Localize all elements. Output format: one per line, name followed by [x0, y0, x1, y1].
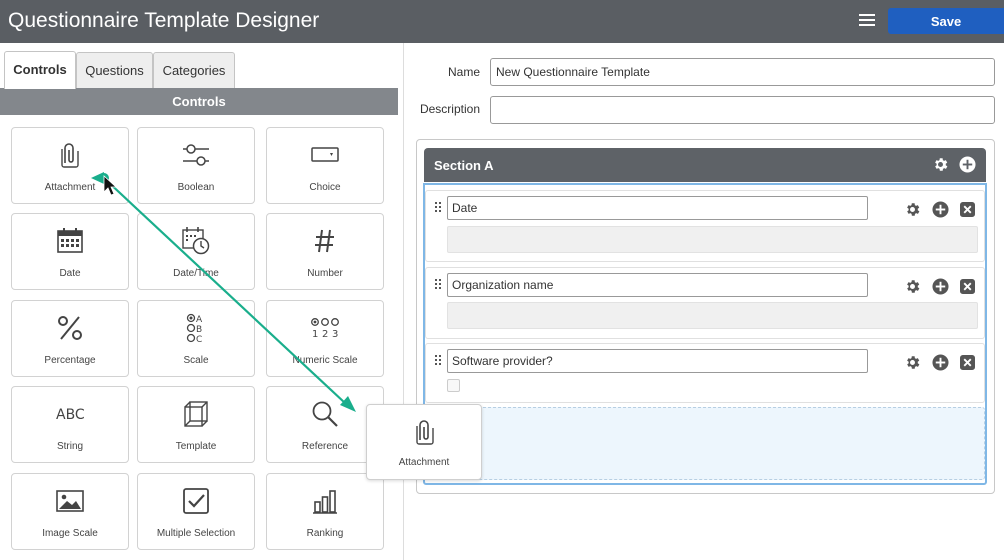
- control-ranking[interactable]: Ranking: [266, 473, 384, 550]
- tab-questions[interactable]: Questions: [76, 52, 153, 88]
- gear-icon[interactable]: [904, 354, 921, 371]
- tab-categories[interactable]: Categories: [153, 52, 235, 88]
- control-choice[interactable]: Choice: [266, 127, 384, 204]
- question-input[interactable]: [447, 273, 868, 297]
- paperclip-icon: [61, 143, 79, 168]
- drag-handle-icon[interactable]: [435, 202, 443, 214]
- close-icon[interactable]: [960, 355, 975, 370]
- control-percentage[interactable]: Percentage: [11, 300, 129, 377]
- svg-text:ABC: ABC: [56, 407, 85, 423]
- control-label: Choice: [309, 182, 341, 193]
- gear-icon[interactable]: [904, 201, 921, 218]
- answer-placeholder: [447, 302, 978, 329]
- control-label: Numeric Scale: [292, 355, 358, 366]
- name-label: Name: [447, 65, 480, 79]
- drag-ghost-label: Attachment: [398, 457, 450, 468]
- panel-divider: [403, 43, 404, 560]
- numeric-scale-icon: 1 2 3: [311, 318, 339, 340]
- image-icon: [56, 490, 84, 512]
- control-label: Attachment: [44, 182, 96, 193]
- percent-icon: [58, 316, 82, 340]
- drag-ghost-attachment[interactable]: Attachment: [366, 404, 482, 480]
- drag-handle-icon[interactable]: [435, 279, 443, 291]
- tab-controls[interactable]: Controls: [4, 51, 76, 89]
- drop-zone[interactable]: [425, 407, 985, 480]
- toggle-sliders-icon: [183, 144, 209, 166]
- control-label: Template: [175, 441, 217, 452]
- calendar-icon: [57, 228, 83, 253]
- control-label: Scale: [183, 355, 209, 366]
- control-numeric-scale[interactable]: 1 2 3 Numeric Scale: [266, 300, 384, 377]
- description-input[interactable]: [490, 96, 995, 124]
- control-date[interactable]: Date: [11, 213, 129, 290]
- hamburger-menu-icon[interactable]: [859, 13, 875, 27]
- control-label: Multiple Selection: [156, 528, 236, 539]
- gear-icon[interactable]: [932, 156, 949, 173]
- control-label: String: [56, 441, 84, 452]
- paperclip-icon: [416, 420, 434, 445]
- control-label: Date/Time: [173, 268, 219, 279]
- add-icon[interactable]: [932, 278, 949, 295]
- drag-handle-icon[interactable]: [435, 355, 443, 367]
- section-header: Section A: [424, 148, 986, 182]
- add-icon[interactable]: [932, 201, 949, 218]
- section-title: Section A: [434, 158, 494, 173]
- name-input[interactable]: [490, 58, 995, 86]
- answer-placeholder: [447, 226, 978, 253]
- save-button[interactable]: Save: [888, 8, 1004, 34]
- app-title: Questionnaire Template Designer: [8, 9, 320, 32]
- controls-header: Controls: [0, 88, 398, 115]
- control-multiple-selection[interactable]: Multiple Selection: [137, 473, 255, 550]
- abc-scale-icon: A B C: [186, 313, 203, 343]
- control-boolean[interactable]: Boolean: [137, 127, 255, 204]
- answer-checkbox[interactable]: [447, 379, 460, 392]
- calendar-clock-icon: [182, 227, 210, 255]
- svg-text:A: A: [196, 315, 203, 325]
- close-icon[interactable]: [960, 202, 975, 217]
- question-input[interactable]: [447, 196, 868, 220]
- app-header: Questionnaire Template Designer Save: [0, 0, 1004, 43]
- control-label: Percentage: [44, 355, 96, 366]
- svg-text:1: 1: [312, 329, 318, 340]
- control-label: Boolean: [177, 182, 215, 193]
- control-scale[interactable]: A B C Scale: [137, 300, 255, 377]
- close-icon[interactable]: [960, 279, 975, 294]
- control-label: Ranking: [306, 528, 344, 539]
- control-label: Date: [59, 268, 81, 279]
- control-label: Number: [307, 268, 343, 279]
- magnifier-icon: [312, 401, 338, 427]
- description-label: Description: [419, 102, 480, 116]
- control-label: Image Scale: [42, 528, 98, 539]
- question-input[interactable]: [447, 349, 868, 373]
- control-number[interactable]: Number: [266, 213, 384, 290]
- svg-text:B: B: [196, 325, 202, 335]
- svg-text:2: 2: [322, 329, 328, 340]
- checkbox-icon: [183, 488, 209, 514]
- abc-text-icon: ABC: [56, 407, 85, 423]
- hash-icon: [315, 229, 334, 253]
- add-icon[interactable]: [959, 156, 976, 173]
- svg-text:C: C: [196, 335, 202, 343]
- control-image-scale[interactable]: Image Scale: [11, 473, 129, 550]
- dropdown-select-icon: [311, 147, 339, 162]
- control-attachment[interactable]: Attachment: [11, 127, 129, 204]
- control-datetime[interactable]: Date/Time: [137, 213, 255, 290]
- add-icon[interactable]: [932, 354, 949, 371]
- control-template[interactable]: Template: [137, 386, 255, 463]
- bar-ranking-icon: [313, 490, 337, 514]
- control-string[interactable]: ABC String: [11, 386, 129, 463]
- gear-icon[interactable]: [904, 278, 921, 295]
- svg-text:3: 3: [332, 329, 338, 340]
- cube-icon: [184, 401, 208, 427]
